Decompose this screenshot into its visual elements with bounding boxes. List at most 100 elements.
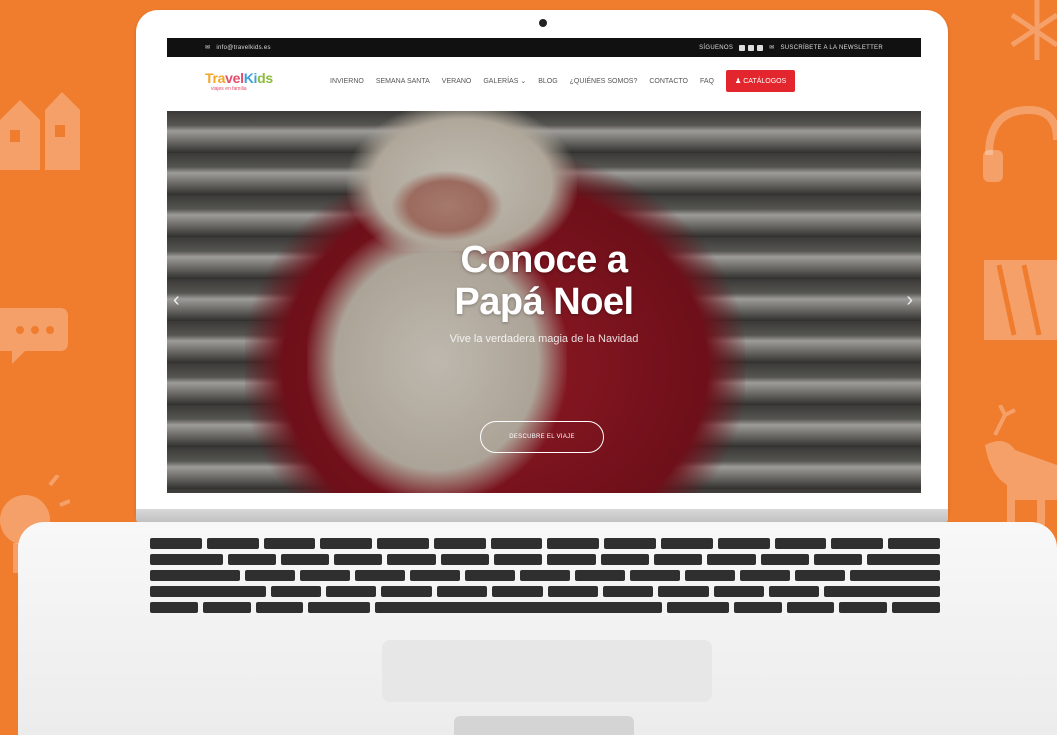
key xyxy=(255,602,304,613)
hero-text: Conoce a Papá Noel Vive la verdadera mag… xyxy=(167,239,921,345)
key xyxy=(465,570,515,581)
key xyxy=(707,554,756,565)
key xyxy=(795,570,845,581)
nav-item-galerias-label: GALERÍAS xyxy=(483,78,519,85)
key xyxy=(490,538,543,549)
key xyxy=(547,554,596,565)
key xyxy=(666,602,729,613)
hero-slider: Conoce a Papá Noel Vive la verdadera mag… xyxy=(167,111,921,493)
key xyxy=(410,570,460,581)
headset-icon xyxy=(983,105,1057,182)
key xyxy=(685,570,735,581)
key xyxy=(774,538,827,549)
key xyxy=(150,570,240,581)
key xyxy=(602,586,654,597)
nav-item-contacto[interactable]: CONTACTO xyxy=(649,78,688,85)
key xyxy=(733,602,782,613)
key xyxy=(150,602,198,613)
key xyxy=(600,554,650,565)
key xyxy=(300,570,350,581)
key xyxy=(814,554,863,565)
key xyxy=(245,570,295,581)
key xyxy=(320,538,373,549)
key xyxy=(150,538,202,549)
snowflake-icon xyxy=(1010,0,1057,60)
instagram-icon[interactable] xyxy=(757,44,764,51)
key xyxy=(604,538,657,549)
key-row xyxy=(150,554,940,565)
chevron-right-icon[interactable]: › xyxy=(906,289,913,312)
nav-item-semana-santa[interactable]: SEMANA SANTA xyxy=(376,78,430,85)
nav-item-blog[interactable]: BLOG xyxy=(538,78,557,85)
key xyxy=(575,570,625,581)
laptop-hinge xyxy=(136,509,948,523)
key xyxy=(760,554,810,565)
logo-text: TravelKids xyxy=(205,70,273,86)
key xyxy=(520,570,570,581)
key xyxy=(492,586,543,597)
house-icon xyxy=(0,92,80,170)
key xyxy=(326,586,377,597)
key xyxy=(831,538,884,549)
laptop-keyboard xyxy=(150,538,940,630)
laptop-notch xyxy=(454,716,634,735)
hero-subtitle: Vive la verdadera magia de la Navidad xyxy=(449,333,639,345)
key xyxy=(377,538,429,549)
nav-item-galerias[interactable]: GALERÍAS ⌄ xyxy=(483,77,526,85)
key xyxy=(768,586,820,597)
key-row xyxy=(150,538,940,549)
hero-title-line1: Conoce a xyxy=(460,239,628,281)
discover-trip-button[interactable]: DESCUBRE EL VIAJE xyxy=(480,421,604,453)
key xyxy=(280,554,330,565)
key xyxy=(440,554,490,565)
nav-item-faq[interactable]: FAQ xyxy=(700,78,714,85)
key xyxy=(308,602,371,613)
chat-icon xyxy=(0,308,68,364)
key xyxy=(892,602,940,613)
catalogos-button-label: CATÁLOGOS xyxy=(743,78,787,85)
key xyxy=(547,538,600,549)
site-logo[interactable]: TravelKids viajes en familia xyxy=(205,70,300,92)
key xyxy=(227,554,276,565)
key xyxy=(661,538,713,549)
key xyxy=(740,570,790,581)
key xyxy=(263,538,316,549)
facebook-icon[interactable] xyxy=(739,44,746,51)
topbar-follow-label: SÍGUENOS xyxy=(699,44,734,51)
key xyxy=(494,554,543,565)
chevron-down-icon: ⌄ xyxy=(520,78,527,85)
website-screen: ✉ info@travelkids.es SÍGUENOS ✉ SUSCRÍBE… xyxy=(167,38,921,493)
mail-icon: ✉ xyxy=(769,45,775,51)
chevron-left-icon[interactable]: ‹ xyxy=(173,289,180,312)
key xyxy=(202,602,251,613)
topbar-email[interactable]: info@travelkids.es xyxy=(216,45,271,51)
website-topbar: ✉ info@travelkids.es SÍGUENOS ✉ SUSCRÍBE… xyxy=(167,38,921,57)
social-links xyxy=(739,44,764,51)
youtube-icon[interactable] xyxy=(748,44,755,51)
key xyxy=(436,586,488,597)
key xyxy=(547,586,598,597)
key xyxy=(433,538,486,549)
key-row xyxy=(150,570,940,581)
key xyxy=(786,602,835,613)
nav-item-verano[interactable]: VERANO xyxy=(442,78,472,85)
key xyxy=(630,570,680,581)
reindeer-icon xyxy=(985,405,1057,525)
gift-icon xyxy=(984,260,1057,340)
newsletter-link[interactable]: SUSCRÍBETE A LA NEWSLETTER xyxy=(781,45,884,51)
catalogos-button[interactable]: ♟ CATÁLOGOS xyxy=(726,70,796,92)
key xyxy=(355,570,405,581)
hero-title: Conoce a Papá Noel xyxy=(167,239,921,323)
key xyxy=(387,554,436,565)
nav-item-invierno[interactable]: INVIERNO xyxy=(330,78,364,85)
nav-item-quienes-somos[interactable]: ¿QUIÉNES SOMOS? xyxy=(570,78,638,85)
logo-subtitle: viajes en familia xyxy=(211,86,247,92)
key xyxy=(717,538,770,549)
key xyxy=(713,586,764,597)
webcam xyxy=(539,19,547,27)
key xyxy=(334,554,383,565)
key xyxy=(375,602,662,613)
key-row xyxy=(150,602,940,613)
main-nav: INVIERNO SEMANA SANTA VERANO GALERÍAS ⌄ … xyxy=(330,70,796,92)
key xyxy=(206,538,259,549)
